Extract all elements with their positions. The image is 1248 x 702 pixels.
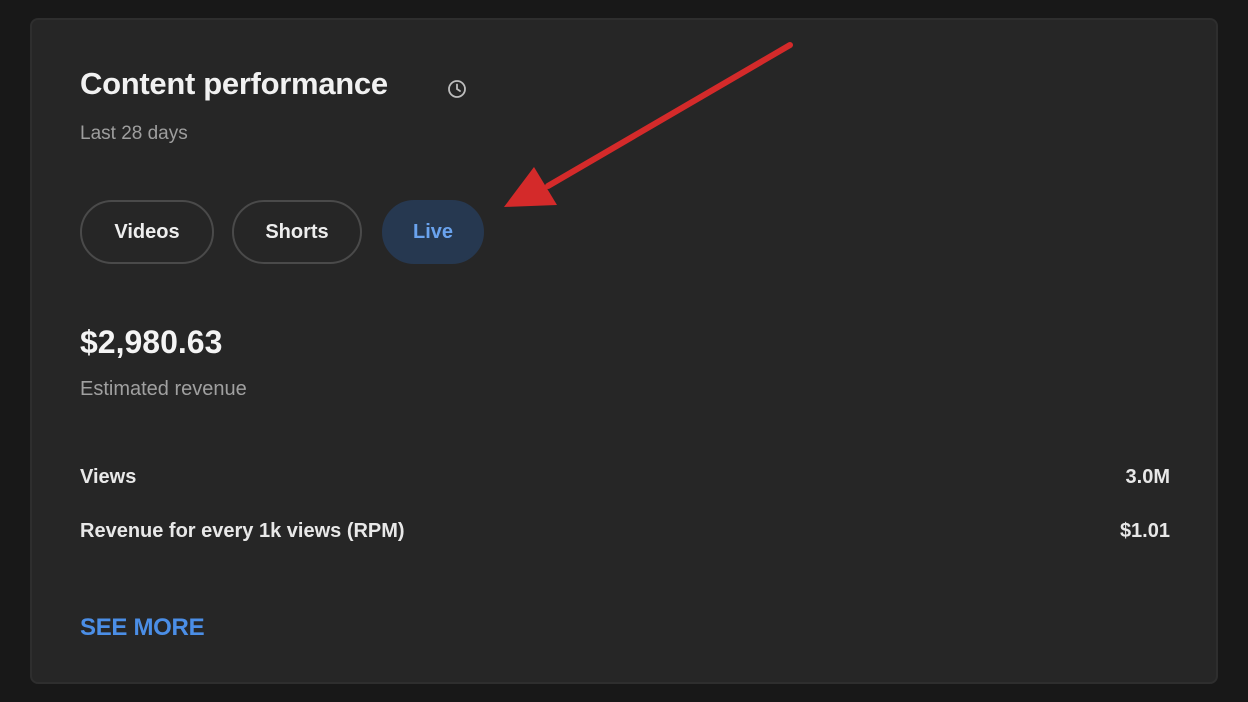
metric-row-rpm: Revenue for every 1k views (RPM) $1.01 bbox=[80, 520, 1170, 550]
tab-videos[interactable]: Videos bbox=[80, 200, 214, 264]
estimated-revenue-label: Estimated revenue bbox=[80, 378, 247, 400]
views-label: Views bbox=[80, 466, 137, 488]
tab-live[interactable]: Live bbox=[382, 200, 484, 264]
page: Content performance Last 28 days Videos … bbox=[0, 0, 1248, 702]
rpm-value: $1.01 bbox=[1119, 520, 1170, 542]
card-title: Content performance bbox=[80, 66, 388, 101]
tab-shorts[interactable]: Shorts bbox=[232, 200, 362, 264]
date-range-label: Last 28 days bbox=[80, 123, 188, 144]
content-performance-card: Content performance Last 28 days Videos … bbox=[30, 18, 1218, 684]
estimated-revenue-value: $2,980.63 bbox=[80, 324, 223, 360]
metric-row-views: Views 3.0M bbox=[80, 466, 1170, 496]
history-clock-icon[interactable] bbox=[446, 78, 468, 100]
rpm-label: Revenue for every 1k views (RPM) bbox=[80, 520, 405, 542]
see-more-link[interactable]: SEE MORE bbox=[80, 614, 205, 642]
views-value: 3.0M bbox=[1125, 466, 1170, 488]
